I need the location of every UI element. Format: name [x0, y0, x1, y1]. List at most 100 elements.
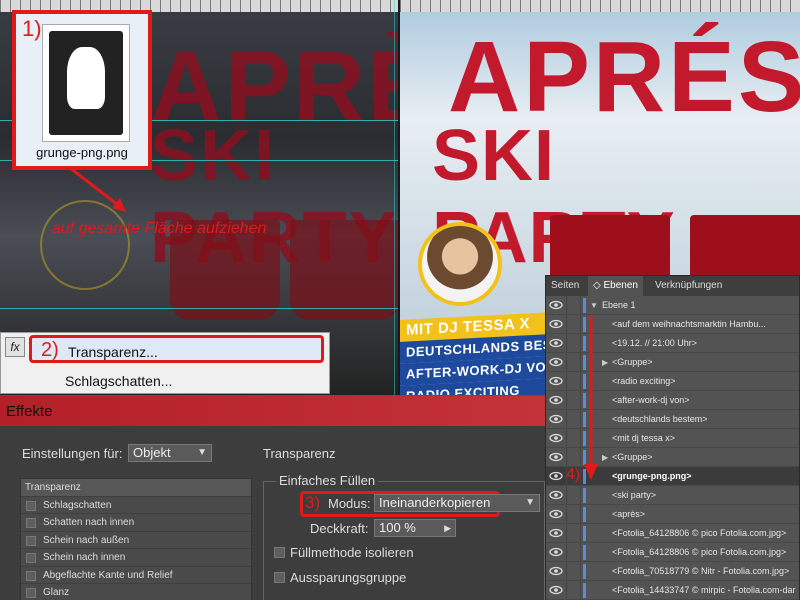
column-divider — [580, 562, 581, 580]
settings-for-select[interactable]: Objekt ▼ — [128, 444, 212, 462]
visibility-eye-icon[interactable] — [549, 300, 563, 310]
expand-triangle-icon[interactable]: ▼ — [590, 296, 598, 314]
layer-row[interactable]: <Fotolia_14433747 © mirpic - Fotolia.com… — [546, 581, 799, 600]
effect-label: Glanz — [43, 587, 70, 598]
column-divider — [566, 429, 567, 447]
blend-mode-value: Ineinanderkopieren — [379, 495, 491, 510]
fx-effects-icon[interactable]: fx — [5, 337, 25, 357]
layer-name: <Fotolia_14433747 © mirpic - Fotolia.com… — [612, 585, 796, 595]
chevron-down-icon: ▼ — [525, 497, 535, 508]
effect-checkbox[interactable] — [26, 518, 36, 528]
layers-icon: ◇ — [593, 280, 601, 291]
layer-name: <Fotolia_64128806 © pico Fotolia.com.jpg… — [612, 528, 787, 538]
visibility-eye-icon[interactable] — [549, 471, 563, 481]
menu-item-schlagschatten[interactable]: Schlagschatten... — [29, 367, 324, 395]
chevron-down-icon: ▼ — [197, 447, 207, 458]
layer-row[interactable]: <ski party> — [546, 486, 799, 505]
column-divider — [580, 448, 581, 466]
visibility-eye-icon[interactable] — [549, 452, 563, 462]
layer-group-row[interactable]: ▼ Ebene 1 — [546, 296, 799, 315]
layer-row[interactable]: <après> — [546, 505, 799, 524]
visibility-eye-icon[interactable] — [549, 357, 563, 367]
effect-row[interactable]: Schein nach außen — [21, 532, 251, 549]
column-divider — [566, 334, 567, 352]
visibility-eye-icon[interactable] — [549, 547, 563, 557]
tab-label: Ebenen — [603, 280, 638, 291]
horizontal-ruler — [400, 0, 800, 12]
effect-checkbox[interactable] — [26, 553, 36, 563]
effect-label: Schlagschatten — [43, 499, 112, 511]
layer-name: <Fotolia_64128806 © pico Fotolia.com.jpg… — [612, 547, 787, 557]
red-down-arrow-icon — [584, 316, 598, 480]
effect-row[interactable]: Schatten nach innen — [21, 514, 251, 532]
dialog-titlebar[interactable]: Effekte — [0, 396, 545, 426]
layer-row[interactable]: <Fotolia_64128806 © pico Fotolia.com.jpg… — [546, 524, 799, 543]
effect-row[interactable]: Schlagschatten — [21, 497, 251, 514]
menu-item-label: Schlagschatten... — [65, 373, 173, 389]
layer-name: <ski party> — [612, 490, 657, 500]
tab-verknuepfungen[interactable]: Verknüpfungen — [650, 276, 727, 296]
step-number-2: 2) — [41, 339, 59, 361]
layer-name: <19.12. // 21:00 Uhr> — [612, 338, 698, 348]
column-divider — [580, 524, 581, 542]
visibility-eye-icon[interactable] — [549, 319, 563, 329]
settings-for-value: Objekt — [133, 445, 171, 460]
column-divider — [566, 372, 567, 390]
expand-triangle-icon[interactable]: ▶ — [602, 448, 608, 466]
layer-name: <après> — [612, 509, 646, 519]
tab-seiten[interactable]: Seiten — [546, 276, 584, 296]
layer-row[interactable]: <Fotolia_64128806 © pico Fotolia.com.jpg… — [546, 543, 799, 562]
blend-mode-select[interactable]: Ineinanderkopieren ▼ — [374, 494, 540, 512]
column-divider — [566, 448, 567, 466]
effect-label: Abgeflachte Kante und Relief — [43, 569, 173, 581]
column-divider — [580, 505, 581, 523]
effect-checkbox[interactable] — [26, 588, 36, 598]
layer-color-swatch — [583, 583, 586, 598]
effect-checkbox[interactable] — [26, 570, 36, 581]
visibility-eye-icon[interactable] — [549, 338, 563, 348]
expand-triangle-icon[interactable]: ▶ — [602, 353, 608, 371]
effect-row[interactable]: Schein nach innen — [21, 549, 251, 567]
effect-row[interactable]: Abgeflachte Kante und Relief — [21, 567, 251, 584]
visibility-eye-icon[interactable] — [549, 433, 563, 443]
column-divider — [580, 334, 581, 352]
layer-name: <Gruppe> — [612, 357, 653, 367]
column-divider — [580, 296, 581, 314]
column-divider — [580, 391, 581, 409]
settings-for-label: Einstellungen für: — [22, 446, 123, 461]
visibility-eye-icon[interactable] — [549, 528, 563, 538]
effect-row-transparenz[interactable]: Transparenz — [21, 479, 251, 497]
step-number-3: 3) — [305, 493, 321, 512]
layer-color-swatch — [583, 564, 586, 579]
layer-row[interactable]: <Fotolia_70518779 © Nitr - Fotolia.com.j… — [546, 562, 799, 581]
layer-color-swatch — [583, 298, 586, 313]
column-divider — [566, 581, 567, 599]
effect-row[interactable]: Glanz — [21, 584, 251, 600]
visibility-eye-icon[interactable] — [549, 566, 563, 576]
file-thumbnail-callout[interactable]: 1) grunge-png.png — [12, 10, 152, 170]
visibility-eye-icon[interactable] — [549, 395, 563, 405]
layer-color-swatch — [583, 507, 586, 522]
dialog-title: Effekte — [6, 403, 53, 420]
tab-ebenen[interactable]: ◇ Ebenen — [588, 276, 643, 296]
knockout-group-checkbox[interactable] — [274, 572, 285, 583]
effect-checkbox[interactable] — [26, 500, 36, 511]
visibility-eye-icon[interactable] — [549, 509, 563, 519]
column-divider — [580, 372, 581, 390]
panel-tabs: Seiten ◇ Ebenen Verknüpfungen — [546, 276, 799, 296]
layer-name: <Gruppe> — [612, 452, 653, 462]
step-number-1: 1) — [22, 16, 42, 41]
layer-color-swatch — [583, 526, 586, 541]
visibility-eye-icon[interactable] — [549, 490, 563, 500]
layer-name: <auf dem weihnachtsmarktin Hambu... — [612, 319, 766, 329]
layer-name: <radio exciting> — [612, 376, 676, 386]
isolate-blending-checkbox[interactable] — [274, 547, 285, 558]
visibility-eye-icon[interactable] — [549, 414, 563, 424]
visibility-eye-icon[interactable] — [549, 376, 563, 386]
opacity-input[interactable]: 100 % ▶ — [374, 519, 456, 537]
visibility-eye-icon[interactable] — [549, 585, 563, 595]
menu-item-transparenz[interactable]: Transparenz... — [29, 335, 324, 363]
guide-line — [394, 0, 395, 395]
effect-checkbox[interactable] — [26, 535, 36, 546]
instruction-annotation: auf gesamte Fläche aufziehen — [52, 220, 267, 237]
